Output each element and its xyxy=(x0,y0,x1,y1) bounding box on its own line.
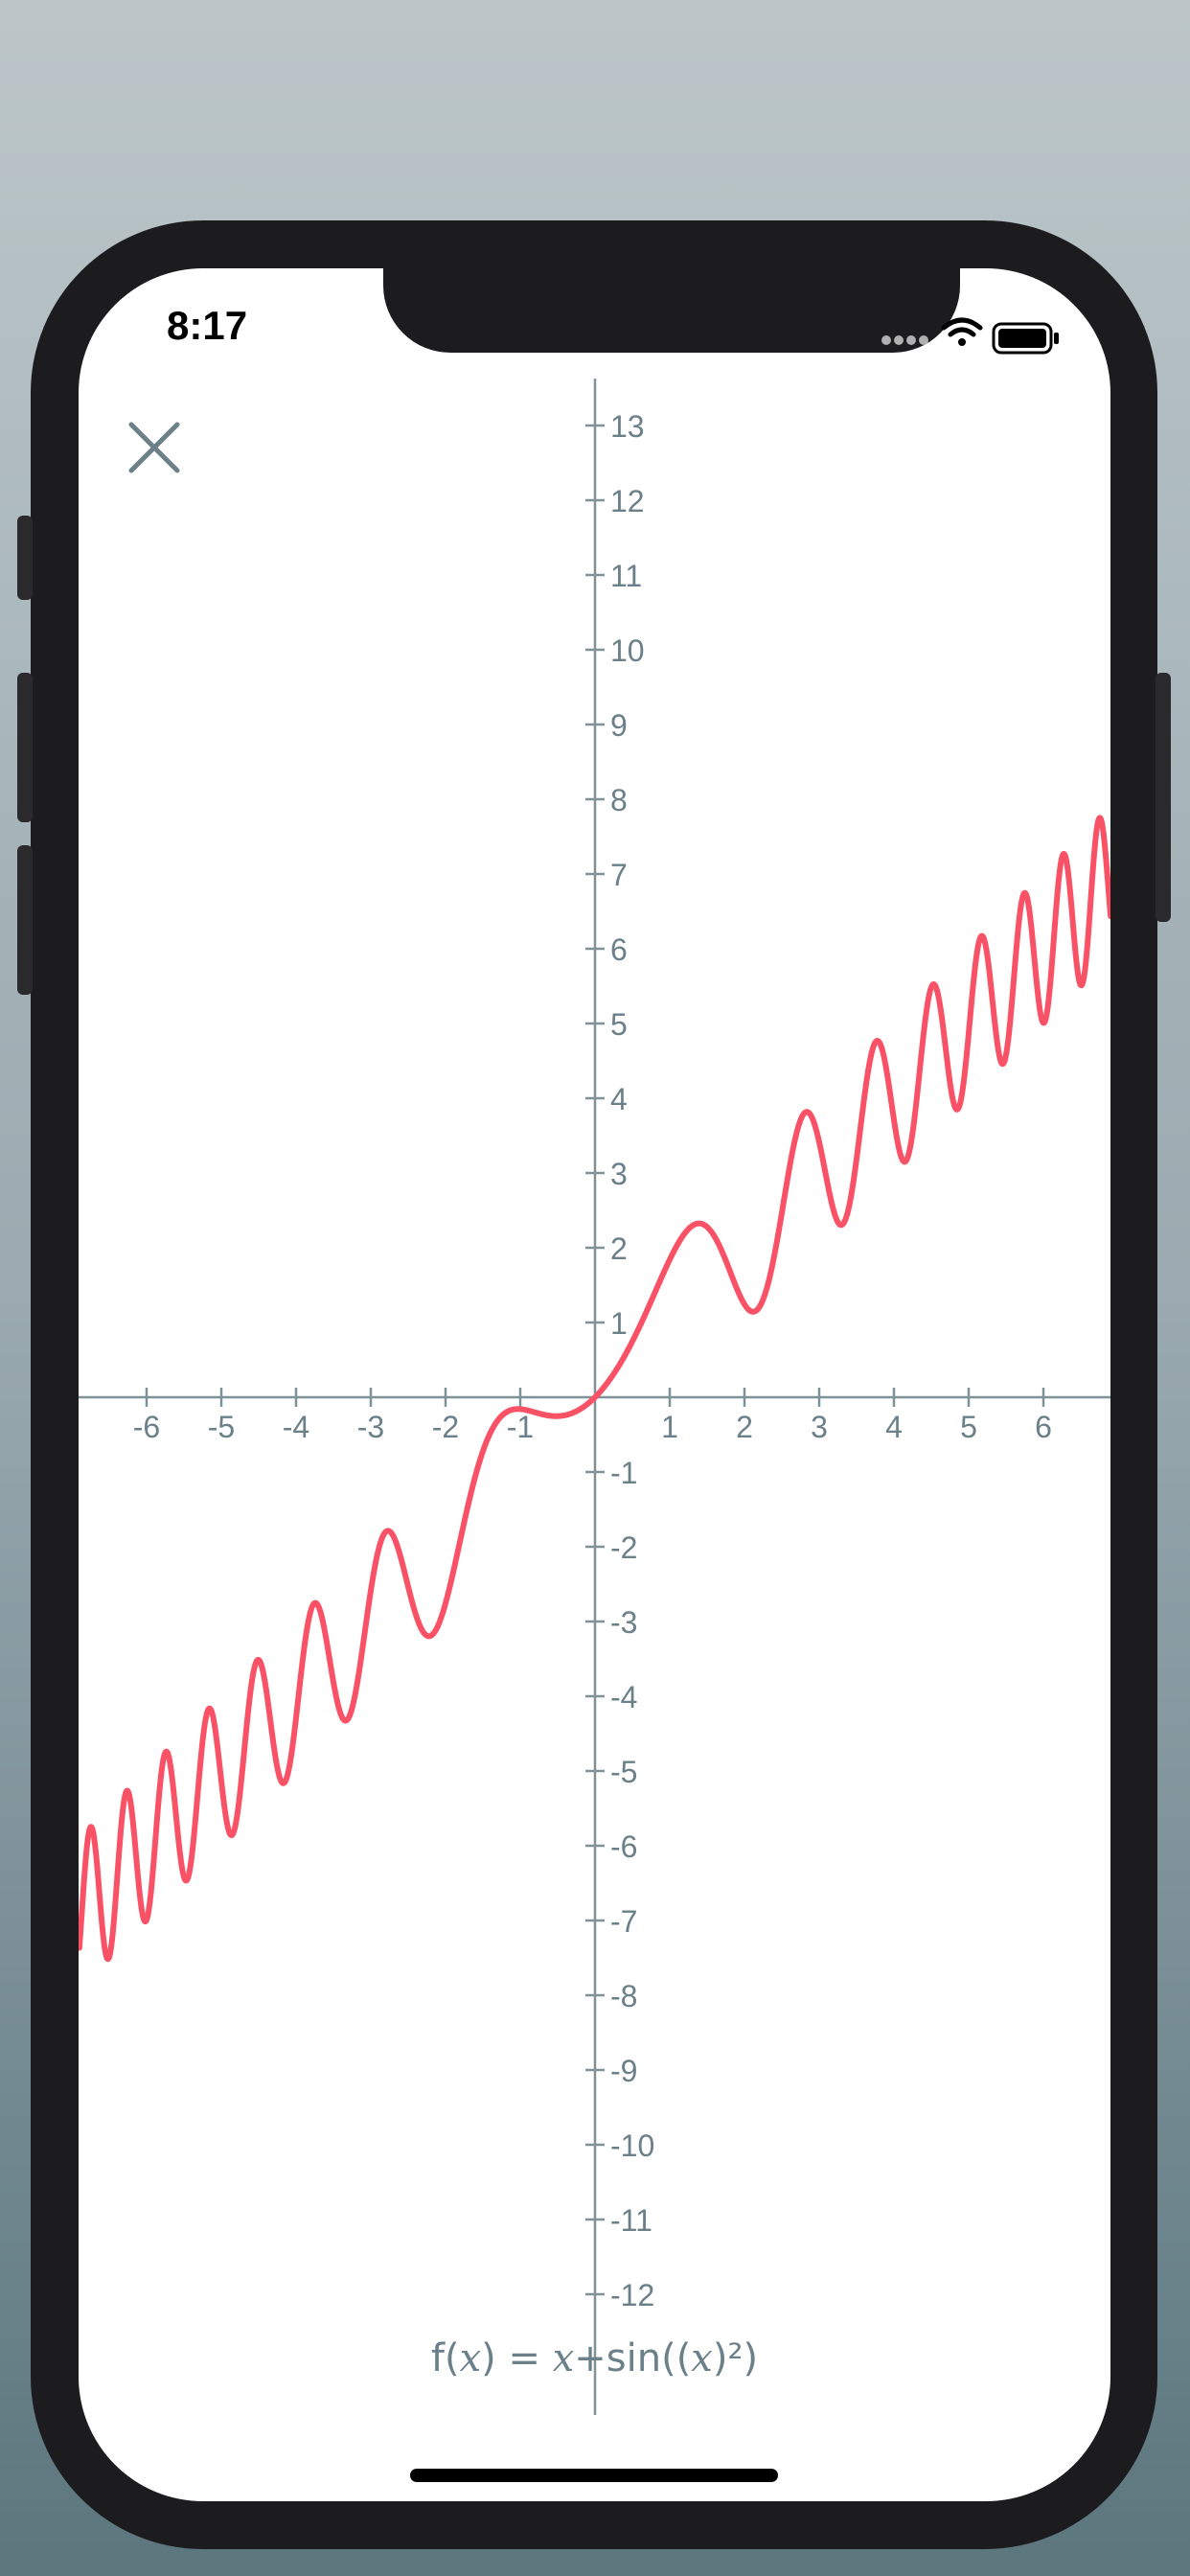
y-tick-label: 3 xyxy=(610,1157,628,1191)
y-tick-label: 7 xyxy=(610,858,628,892)
y-tick-label: -8 xyxy=(610,1979,637,2013)
notch xyxy=(383,268,960,353)
x-tick-label: 4 xyxy=(885,1410,903,1444)
y-tick-label: -7 xyxy=(610,1904,637,1939)
power-button xyxy=(1156,673,1171,922)
y-tick-label: -12 xyxy=(610,2278,654,2312)
y-tick-label: 4 xyxy=(610,1082,628,1116)
x-tick-label: -2 xyxy=(432,1410,459,1444)
y-tick-label: -11 xyxy=(610,2203,652,2238)
x-tick-label: -6 xyxy=(133,1410,160,1444)
y-tick-label: -10 xyxy=(610,2128,654,2163)
wifi-icon xyxy=(941,317,983,346)
function-graph[interactable]: -6 -5 -4 -3 -2 -1 1 2 3 4 5 6-12-11-10-9-8-7-6-5-4-… xyxy=(79,268,1110,2501)
app-screen: 8:17 -6 -5 -4 -3 -2 -1 1 2 3 4 5 6 -12 -11 -10 -9 -8 -7 -6… xyxy=(79,268,1110,2501)
y-tick-label: -6 xyxy=(610,1829,637,1864)
x-tick-label: 1 xyxy=(661,1410,678,1444)
y-tick-label: 11 xyxy=(610,559,642,593)
y-tick-label: 1 xyxy=(610,1306,628,1341)
y-tick-label: 10 xyxy=(610,633,645,668)
function-formula: f(x) = x+sin((x)²) xyxy=(430,2336,759,2380)
x-tick-label: 2 xyxy=(736,1410,753,1444)
y-tick-label: 8 xyxy=(610,783,628,817)
y-tick-label: 13 xyxy=(610,409,645,444)
y-tick-label: -9 xyxy=(610,2054,637,2088)
y-tick-label: -5 xyxy=(610,1755,637,1789)
x-tick-label: -3 xyxy=(357,1410,384,1444)
battery-icon xyxy=(992,322,1059,355)
x-tick-label: -5 xyxy=(208,1410,235,1444)
home-indicator[interactable] xyxy=(410,2469,778,2482)
x-tick-label: -4 xyxy=(283,1410,309,1444)
close-icon[interactable] xyxy=(123,416,186,479)
volume-up-button xyxy=(17,673,33,822)
y-tick-label: 2 xyxy=(610,1231,628,1266)
y-tick-label: -4 xyxy=(610,1680,637,1714)
y-tick-label: 6 xyxy=(610,932,628,967)
status-icons xyxy=(881,317,1059,355)
x-tick-label: -1 xyxy=(507,1410,534,1444)
x-tick-label: 3 xyxy=(811,1410,828,1444)
y-tick-label: -2 xyxy=(610,1530,637,1565)
y-tick-label: -1 xyxy=(610,1456,637,1490)
x-tick-label: 6 xyxy=(1035,1410,1052,1444)
y-tick-label: 5 xyxy=(610,1007,628,1042)
signal-dots-icon xyxy=(881,335,928,345)
y-tick-label: 9 xyxy=(610,708,628,743)
status-time: 8:17 xyxy=(167,303,248,348)
y-tick-label: -3 xyxy=(610,1605,637,1640)
mute-switch xyxy=(17,516,33,600)
y-tick-label: 12 xyxy=(610,484,645,518)
volume-down-button xyxy=(17,845,33,995)
x-tick-label: 5 xyxy=(960,1410,977,1444)
